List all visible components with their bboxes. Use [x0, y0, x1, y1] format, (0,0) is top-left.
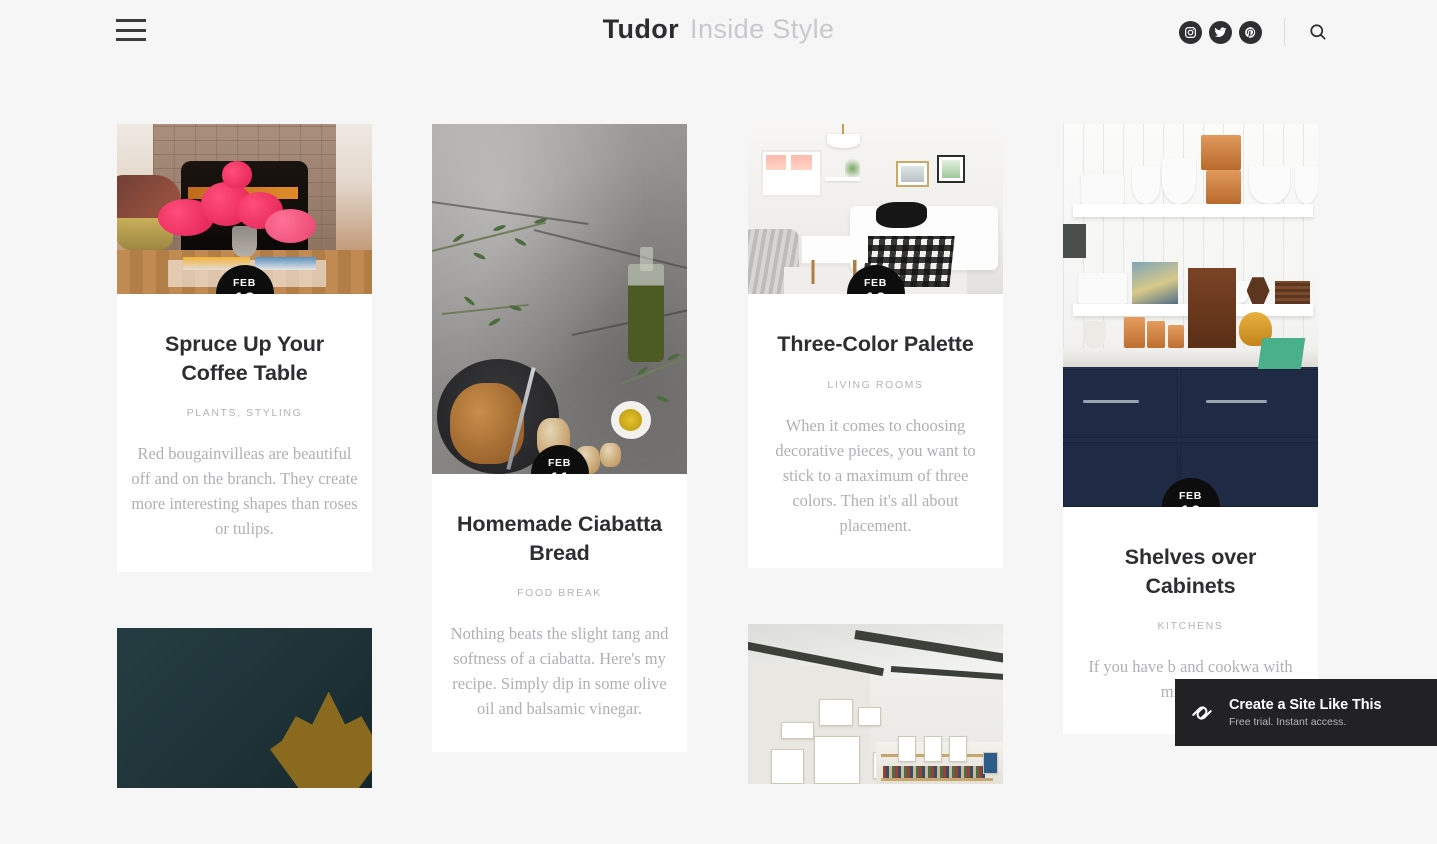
brand-tagline: Inside Style [690, 14, 834, 44]
post-title[interactable]: Spruce Up Your Coffee Table [131, 330, 358, 387]
post-category[interactable]: PLANTS, STYLING [131, 407, 358, 419]
post-card[interactable]: FEB 10 Shelves over Cabinets KITCHENS If… [1063, 124, 1318, 734]
post-body: Homemade Ciabatta Bread FOOD BREAK Nothi… [432, 474, 687, 752]
post-body: Three-Color Palette LIVING ROOMS When it… [748, 294, 1003, 568]
post-card[interactable] [748, 624, 1003, 784]
post-excerpt: Red bougainvilleas are beautiful off and… [131, 441, 358, 541]
post-card[interactable]: FEB 12 Spruce Up Your Coffee Table PLANT… [117, 124, 372, 572]
post-category[interactable]: KITCHENS [1077, 620, 1304, 632]
twitter-icon[interactable] [1209, 21, 1232, 44]
date-month: FEB [864, 278, 887, 289]
post-category[interactable]: FOOD BREAK [446, 587, 673, 599]
post-thumbnail[interactable]: FEB 11 [432, 124, 687, 474]
post-title[interactable]: Shelves over Cabinets [1077, 543, 1304, 600]
banner-text: Create a Site Like This Free trial. Inst… [1229, 697, 1381, 728]
post-category[interactable]: LIVING ROOMS [762, 379, 989, 391]
post-thumbnail[interactable] [117, 628, 372, 788]
post-thumbnail[interactable]: FEB 10 [1063, 124, 1318, 507]
grid-column-2: FEB 11 Homemade Ciabatta Bread FOOD BREA… [432, 124, 687, 808]
pinterest-icon[interactable] [1239, 21, 1262, 44]
post-thumbnail[interactable]: FEB 10 [748, 124, 1003, 294]
date-day: 11 [549, 471, 570, 474]
bread-photo [432, 124, 687, 474]
post-title[interactable]: Homemade Ciabatta Bread [446, 510, 673, 567]
date-day: 10 [1180, 504, 1202, 507]
instagram-icon[interactable] [1179, 21, 1202, 44]
grid-column-3: FEB 10 Three-Color Palette LIVING ROOMS … [748, 124, 1003, 840]
loft-interior-photo [748, 624, 1003, 784]
date-month: FEB [1179, 491, 1202, 502]
post-excerpt: Nothing beats the slight tang and softne… [446, 621, 673, 721]
kitchen-photo [1063, 124, 1318, 507]
post-title[interactable]: Three-Color Palette [762, 330, 989, 359]
search-icon[interactable] [1307, 21, 1329, 43]
squarespace-logo-icon [1175, 698, 1229, 728]
post-card[interactable]: FEB 11 Homemade Ciabatta Bread FOOD BREA… [432, 124, 687, 752]
header-divider [1284, 18, 1285, 46]
grid-column-1: FEB 12 Spruce Up Your Coffee Table PLANT… [117, 124, 372, 844]
post-card[interactable] [117, 628, 372, 788]
date-month: FEB [548, 458, 571, 469]
header-actions [1179, 18, 1329, 46]
banner-title: Create a Site Like This [1229, 697, 1381, 713]
date-month: FEB [233, 278, 256, 289]
post-thumbnail[interactable]: FEB 12 [117, 124, 372, 294]
banner-subtitle: Free trial. Instant access. [1229, 716, 1381, 728]
site-header: Tudor Inside Style [0, 0, 1437, 60]
date-day: 12 [234, 291, 256, 294]
date-day: 10 [865, 291, 887, 294]
brand-name: Tudor [603, 14, 679, 44]
post-body: Spruce Up Your Coffee Table PLANTS, STYL… [117, 294, 372, 572]
post-thumbnail[interactable] [748, 624, 1003, 784]
create-site-banner[interactable]: Create a Site Like This Free trial. Inst… [1175, 679, 1437, 746]
post-excerpt: When it comes to choosing decorative pie… [762, 413, 989, 538]
post-card[interactable]: FEB 10 Three-Color Palette LIVING ROOMS … [748, 124, 1003, 568]
gold-leaf-photo [117, 628, 372, 788]
social-links [1179, 21, 1262, 44]
